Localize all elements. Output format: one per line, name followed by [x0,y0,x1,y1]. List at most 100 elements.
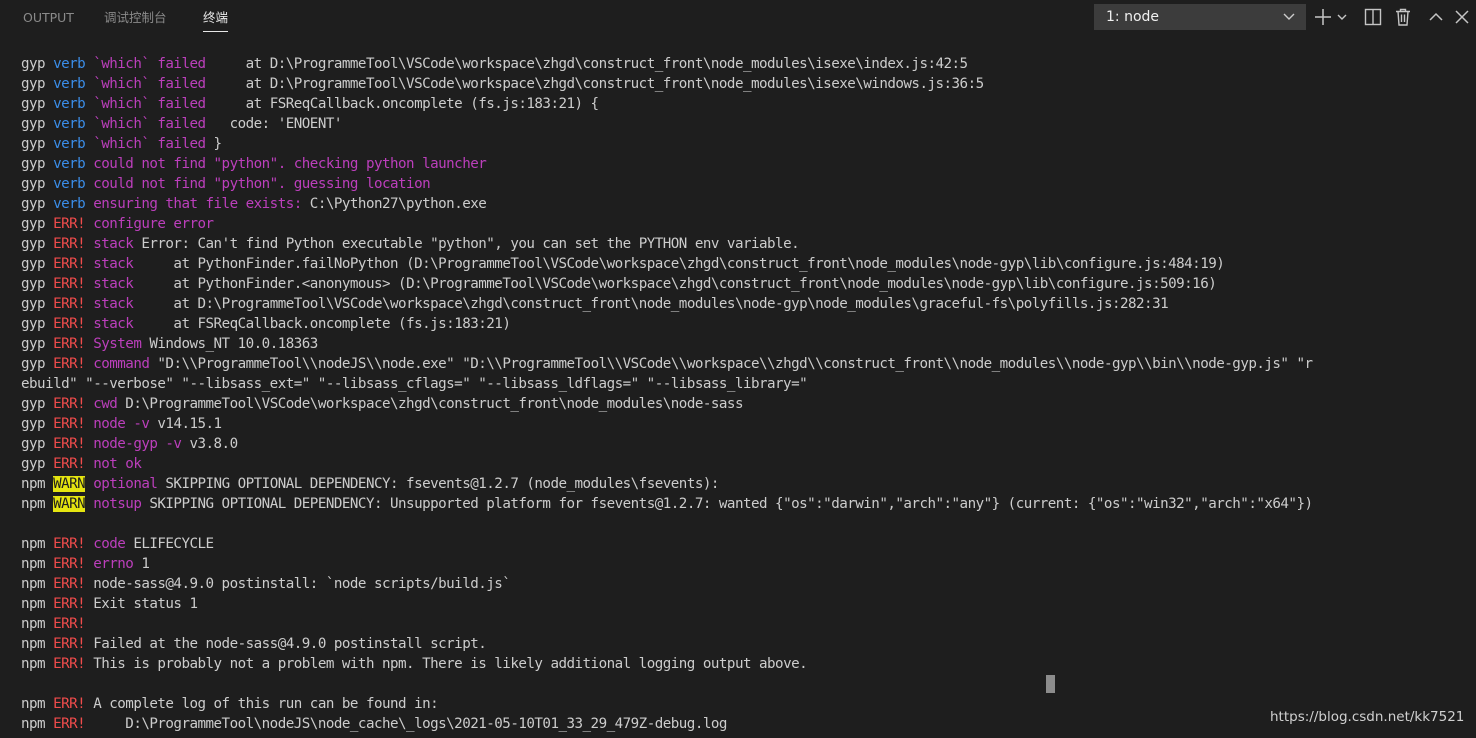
watermark: https://blog.csdn.net/kk7521 [1270,709,1465,725]
tab-output[interactable]: OUTPUT [23,0,74,36]
terminal-line-segment: ERR! [53,596,86,612]
terminal-line: npm WARN optional SKIPPING OPTIONAL DEPE… [21,474,1473,494]
terminal-select-dropdown[interactable]: 1: node [1094,4,1306,30]
terminal-line-segment: could not find "python". checking python… [85,156,487,172]
terminal-line-segment: stack [85,316,134,332]
terminal-line-segment: stack [85,256,134,272]
terminal-line: gyp verb `which` failed code: 'ENOENT' [21,114,1473,134]
terminal-line-segment: Failed at the node-sass@4.9.0 postinstal… [85,636,487,652]
terminal-line-segment: gyp [21,136,54,152]
chevron-up-icon[interactable] [1426,6,1446,28]
terminal-line-segment: gyp [21,436,54,452]
chevron-down-icon[interactable] [1335,6,1349,28]
terminal-line-segment: verb [53,196,86,212]
terminal-line-segment: `which` failed [85,96,206,112]
terminal-line: gyp verb `which` failed } [21,134,1473,154]
terminal-line-segment: gyp [21,56,54,72]
terminal-line: gyp ERR! not ok [21,454,1473,474]
terminal-line-segment: ERR! [53,356,86,372]
terminal-line-segment: gyp [21,276,54,292]
terminal-line-segment: at D:\ProgrammeTool\VSCode\workspace\zhg… [133,296,1169,312]
terminal-line-segment: WARN [53,496,86,512]
terminal-line: npm ERR! errno 1 [21,554,1473,574]
terminal-line-segment: ELIFECYCLE [125,536,214,552]
terminal-line: gyp ERR! stack at PythonFinder.<anonymou… [21,274,1473,294]
terminal-line: gyp ERR! command "D:\\ProgrammeTool\\nod… [21,354,1473,374]
terminal-output[interactable]: gyp verb `which` failed at D:\ProgrammeT… [21,54,1473,738]
terminal-line-segment: This is probably not a problem with npm.… [85,656,808,672]
terminal-line-segment: gyp [21,396,54,412]
terminal-line: gyp verb `which` failed at D:\ProgrammeT… [21,54,1473,74]
terminal-line-segment: npm [21,656,54,672]
terminal-line-segment: cwd [85,396,118,412]
terminal-line-segment: gyp [21,116,54,132]
terminal-line-segment: optional [85,476,158,492]
terminal-line-segment: Exit status 1 [85,596,198,612]
terminal-line-segment: ERR! [53,216,86,232]
terminal-line-segment: D:\ProgrammeTool\VSCode\workspace\zhgd\c… [117,396,743,412]
terminal-line-segment: 1 [133,556,150,572]
terminal-line-segment: ERR! [53,576,86,592]
terminal-line: gyp ERR! stack at PythonFinder.failNoPyt… [21,254,1473,274]
terminal-line-segment: at D:\ProgrammeTool\VSCode\workspace\zhg… [205,76,985,92]
terminal-line-segment: gyp [21,296,54,312]
terminal-line-segment: "D:\\ProgrammeTool\\nodeJS\\node.exe" "D… [149,356,1313,372]
tab-terminal[interactable]: 终端 [203,0,229,36]
terminal-line-segment: gyp [21,216,54,232]
terminal-line-segment: ERR! [53,276,86,292]
terminal-line: gyp verb ensuring that file exists: C:\P… [21,194,1473,214]
terminal-line-segment: at PythonFinder.failNoPython (D:\Program… [133,256,1225,272]
terminal-line-segment: gyp [21,316,54,332]
split-terminal-icon[interactable] [1363,6,1383,28]
terminal-line-segment: ERR! [53,536,86,552]
terminal-line-segment: ERR! [53,396,86,412]
terminal-line-segment: npm [21,696,54,712]
terminal-line-segment: npm [21,556,54,572]
terminal-line-segment: gyp [21,416,54,432]
terminal-line-segment: ERR! [53,316,86,332]
terminal-line: gyp verb could not find "python". checki… [21,154,1473,174]
terminal-line-segment: at PythonFinder.<anonymous> (D:\Programm… [133,276,1217,292]
terminal-line: gyp ERR! stack Error: Can't find Python … [21,234,1473,254]
terminal-line: gyp ERR! configure error [21,214,1473,234]
terminal-line-segment: ERR! [53,716,86,732]
terminal-line-segment: ERR! [53,256,86,272]
terminal-line-segment: verb [53,96,86,112]
terminal-line-segment: errno [85,556,134,572]
terminal-line-segment: npm [21,476,54,492]
terminal-line: npm ERR! [21,614,1473,634]
terminal-line-segment: npm [21,596,54,612]
terminal-line: gyp verb `which` failed at D:\ProgrammeT… [21,74,1473,94]
terminal-line-segment: npm [21,576,54,592]
terminal-line-segment: verb [53,136,86,152]
terminal-line-segment: ERR! [53,616,86,632]
terminal-line: gyp ERR! cwd D:\ProgrammeTool\VSCode\wor… [21,394,1473,414]
chevron-down-icon [1283,13,1295,20]
terminal-line: npm ERR! Failed at the node-sass@4.9.0 p… [21,634,1473,654]
terminal-line-segment: configure error [85,216,214,232]
plus-icon[interactable] [1313,6,1333,28]
terminal-line-segment: at FSReqCallback.oncomplete (fs.js:183:2… [205,96,599,112]
terminal-line-segment: ERR! [53,636,86,652]
terminal-line-segment: command [85,356,150,372]
terminal-line-segment: ebuild" "--verbose" "--libsass_ext=" "--… [21,376,808,392]
close-icon[interactable] [1452,6,1472,28]
terminal-line: gyp verb `which` failed at FSReqCallback… [21,94,1473,114]
terminal-line-segment: C:\Python27\python.exe [301,196,487,212]
terminal-line-segment: D:\ProgrammeTool\nodeJS\node_cache\_logs… [85,716,727,732]
terminal-line-segment: gyp [21,356,54,372]
terminal-line-segment: v3.8.0 [181,436,238,452]
terminal-line-segment: `which` failed [85,76,206,92]
terminal-line-segment: verb [53,116,86,132]
terminal-line: npm ERR! Exit status 1 [21,594,1473,614]
terminal-line-segment: npm [21,616,54,632]
terminal-line: gyp ERR! stack at FSReqCallback.oncomple… [21,314,1473,334]
terminal-line-segment: npm [21,496,54,512]
terminal-line-segment: at D:\ProgrammeTool\VSCode\workspace\zhg… [205,56,968,72]
trash-icon[interactable] [1393,6,1413,28]
terminal-line-segment: ERR! [53,436,86,452]
terminal-line-segment: ERR! [53,416,86,432]
terminal-line-segment: gyp [21,76,54,92]
tab-debug-console[interactable]: 调试控制台 [104,0,167,36]
